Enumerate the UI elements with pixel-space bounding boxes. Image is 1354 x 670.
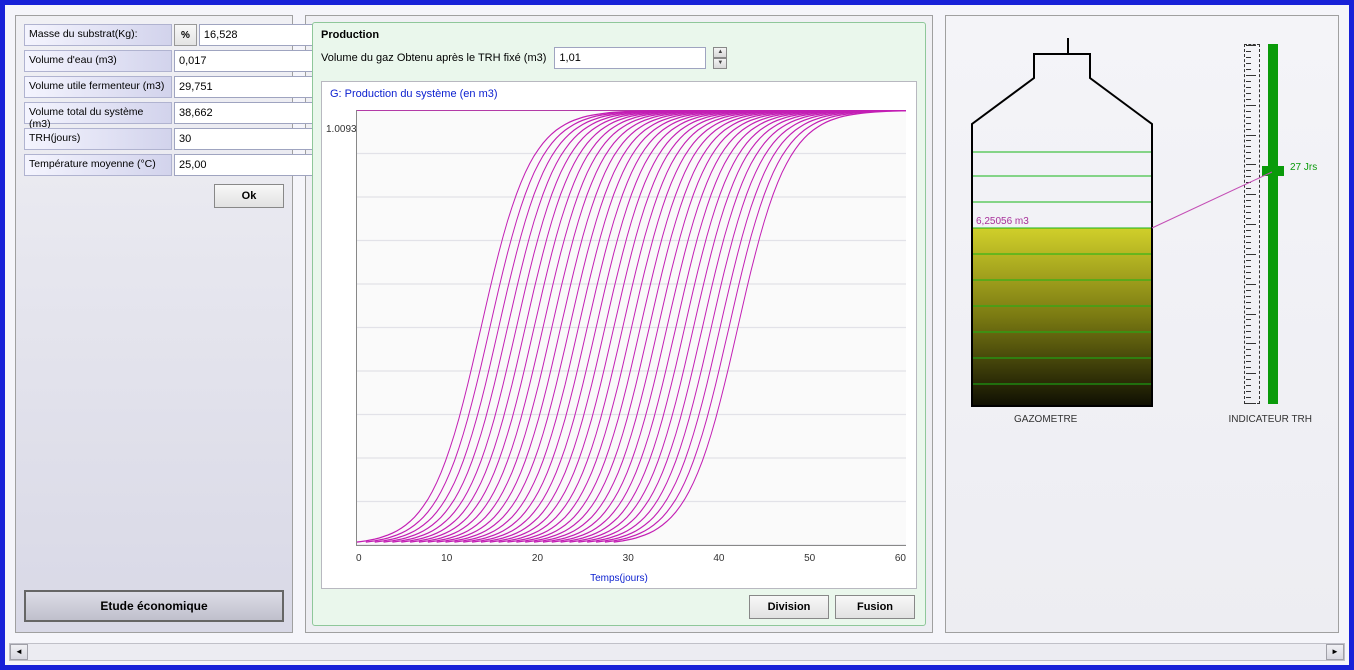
mass-label: Masse du substrat(Kg): [24,24,172,46]
division-button[interactable]: Division [749,595,829,619]
chart-title: G: Production du système (en m3) [330,88,498,100]
trh-caption: INDICATEUR TRH [1228,414,1312,425]
production-title: Production [321,29,917,41]
gas-volume-label: Volume du gaz Obtenu après le TRH fixé (… [321,52,546,64]
water-label: Volume d'eau (m3) [24,50,172,72]
percent-button[interactable]: % [174,24,197,46]
parameters-panel: Masse du substrat(Kg): % ▲▼ Volume d'eau… [15,15,293,633]
production-panel: Production Volume du gaz Obtenu après le… [305,15,933,633]
gas-spinner[interactable]: ▲▼ [713,47,727,69]
production-chart: G: Production du système (en m3) 1.0093 … [321,81,917,589]
trh-bar [1268,44,1278,404]
gas-volume-input[interactable] [554,47,706,69]
horizontal-scrollbar[interactable]: ◄ ► [9,643,1345,661]
chart-x-ticks: 0 10 20 30 40 50 60 [356,553,906,564]
fusion-button[interactable]: Fusion [835,595,915,619]
gazometer-graphic: 6,25056 m3 [956,36,1186,412]
gazometer-panel: 6,25056 m3 GAZOMETRE 27 Jrs INDICATEUR T… [945,15,1339,633]
scroll-right-icon[interactable]: ► [1326,644,1344,660]
vuf-input[interactable] [174,76,326,98]
trh-indicator: 27 Jrs [1244,44,1288,404]
water-input[interactable] [174,50,326,72]
vts-label: Volume total du système (m3) [24,102,172,124]
trh-label: TRH(jours) [24,128,172,150]
economic-study-button[interactable]: Etude économique [24,590,284,622]
scroll-left-icon[interactable]: ◄ [10,644,28,660]
chart-plot-area [356,110,906,546]
vts-input[interactable] [174,102,326,124]
chart-x-axis-label: Temps(jours) [590,573,648,584]
trh-days-text: 27 Jrs [1290,162,1317,173]
gazometer-volume-text: 6,25056 m3 [976,216,1029,227]
vuf-label: Volume utile fermenteur (m3) [24,76,172,98]
trh-marker [1262,166,1284,176]
temp-label: Température moyenne (°C) [24,154,172,176]
gazometer-caption: GAZOMETRE [1014,414,1077,425]
temp-input[interactable] [174,154,326,176]
production-group: Production Volume du gaz Obtenu après le… [312,22,926,626]
ok-button[interactable]: Ok [214,184,284,208]
trh-input[interactable] [174,128,326,150]
